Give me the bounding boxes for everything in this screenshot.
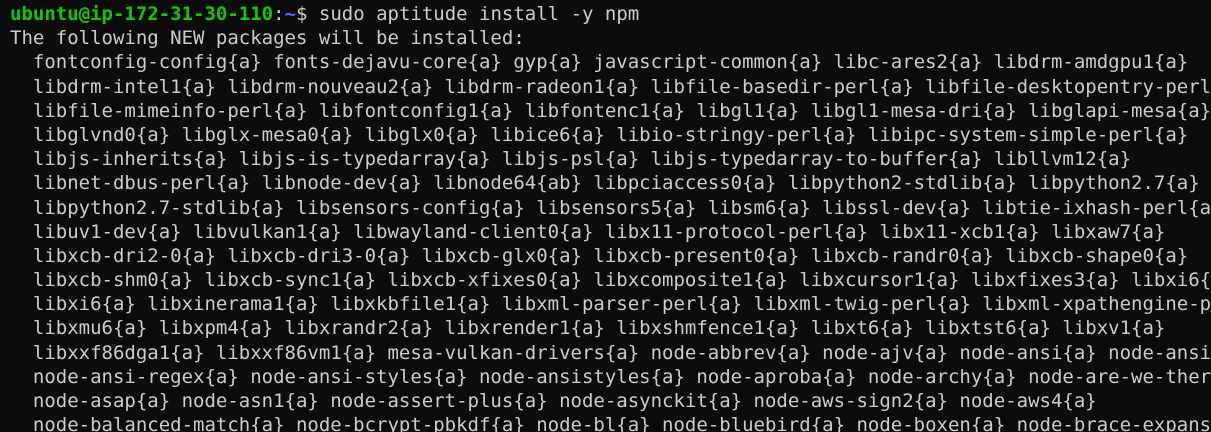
- package-line: libnet-dbus-perl{a} libnode-dev{a} libno…: [10, 172, 1200, 195]
- package-line: libpython2.7-stdlib{a} libsensors-config…: [10, 196, 1211, 219]
- command-text: sudo aptitude install -y npm: [318, 3, 640, 25]
- output-header: The following NEW packages will be insta…: [10, 27, 525, 50]
- package-line: libglvnd0{a} libglx-mesa0{a} libglx0{a} …: [10, 123, 1189, 146]
- package-line: libdrm-intel1{a} libdrm-nouveau2{a} libd…: [10, 75, 1211, 98]
- package-line: node-balanced-match{a} node-bcrypt-pbkdf…: [10, 414, 1211, 432]
- package-line: libxxf86dga1{a} libxxf86vm1{a} mesa-vulk…: [10, 341, 1211, 364]
- prompt-path: ~: [284, 3, 297, 25]
- prompt-line: ubuntu@ip-172-31-30-110:~$ sudo aptitude…: [10, 2, 1211, 26]
- package-line: libxi6{a} libxinerama1{a} libxkbfile1{a}…: [10, 293, 1211, 316]
- prompt-user-host: ubuntu@ip-172-31-30-110: [10, 3, 274, 25]
- package-line: fontconfig-config{a} fonts-dejavu-core{a…: [10, 51, 1189, 74]
- package-list: fontconfig-config{a} fonts-dejavu-core{a…: [10, 50, 1211, 432]
- package-line: libxmu6{a} libxpm4{a} libxrandr2{a} libx…: [10, 317, 1166, 340]
- terminal-window[interactable]: ubuntu@ip-172-31-30-110:~$ sudo aptitude…: [0, 0, 1211, 432]
- package-line: libxcb-shm0{a} libxcb-sync1{a} libxcb-xf…: [10, 269, 1211, 292]
- package-line: node-asap{a} node-asn1{a} node-assert-pl…: [10, 390, 1097, 412]
- package-line: node-ansi-regex{a} node-ansi-styles{a} n…: [10, 365, 1211, 388]
- package-line: libxcb-dri2-0{a} libxcb-dri3-0{a} libxcb…: [10, 244, 1189, 267]
- prompt-symbol: $: [296, 3, 319, 25]
- package-line: libjs-inherits{a} libjs-is-typedarray{a}…: [10, 148, 1132, 171]
- package-line: libuv1-dev{a} libvulkan1{a} libwayland-c…: [10, 220, 1166, 243]
- package-line: libfile-mimeinfo-perl{a} libfontconfig1{…: [10, 99, 1211, 122]
- prompt-separator: :: [273, 3, 285, 25]
